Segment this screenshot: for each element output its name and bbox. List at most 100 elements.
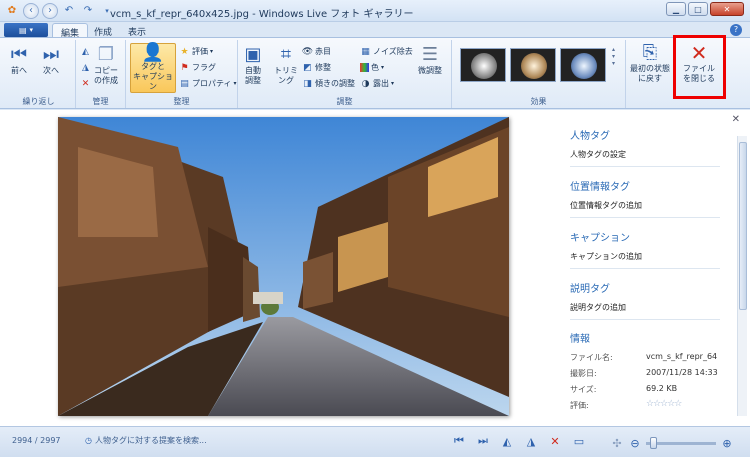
straighten-button[interactable]: ◨ 傾きの調整: [302, 78, 355, 89]
maximize-button[interactable]: □: [688, 2, 708, 16]
redo-icon[interactable]: ↷: [80, 3, 96, 19]
group-organize: 👤 タグと キャプション ★ 評価 ▾ ⚑ フラグ ▤ プロパティ ▾ 整理: [126, 40, 238, 108]
slideshow-icon[interactable]: ▭: [572, 434, 586, 448]
fit-icon[interactable]: ✣: [610, 436, 624, 450]
finetune-label: 微調整: [418, 66, 442, 75]
effects-scroll-buttons[interactable]: ▴ ▾ ▾: [612, 46, 615, 67]
forward-icon[interactable]: ›: [42, 3, 58, 19]
revert-button[interactable]: ⎘ 最初の状態 に戻す: [630, 42, 670, 84]
group-effects: ▴ ▾ ▾ 効果: [452, 40, 626, 108]
color-label: 色: [371, 63, 379, 72]
description-tags-title: 説明タグ: [570, 284, 610, 295]
color-button[interactable]: 色 ▾: [360, 62, 384, 73]
rating-stars[interactable]: ☆☆☆☆☆: [646, 399, 682, 409]
people-tags-link[interactable]: 人物タグの設定: [570, 149, 626, 160]
noise-button[interactable]: ▦ ノイズ除去: [360, 46, 413, 57]
group-navigate: ⏮ 前へ ⏭ 次へ 繰り返し: [2, 40, 76, 108]
zoom-out-icon[interactable]: ⊖: [628, 436, 642, 450]
zoom-control: ✣ ⊖ ⊕: [610, 436, 734, 450]
revert-icon: ⎘: [642, 42, 658, 63]
app-icon[interactable]: ✿: [4, 3, 20, 19]
rotate-right-icon[interactable]: ◮: [524, 434, 538, 448]
group-label-organize: 整理: [173, 97, 190, 106]
zoom-slider[interactable]: [646, 436, 716, 449]
rotate-left-icon[interactable]: ◭: [500, 434, 514, 448]
auto-adjust-button[interactable]: ▣ 自動 調整: [242, 44, 264, 86]
tab-create[interactable]: 作成: [86, 23, 120, 38]
group-label-adjust: 調整: [336, 97, 353, 106]
divider: [570, 319, 720, 320]
ribbon-tabs: ▤ ▾ 編集 作成 表示 ?: [0, 22, 750, 39]
status-bar: 2994 / 2997 ◷ 人物タグに対する提案を検索... ⏮ ⏭ ◭ ◮ ✕…: [0, 426, 750, 457]
description-tags-link[interactable]: 説明タグの追加: [570, 302, 626, 313]
rotate-left-icon[interactable]: ◭: [80, 46, 91, 57]
app-menu-button[interactable]: ▤ ▾: [4, 23, 48, 37]
next-button[interactable]: ⏭ 次へ: [40, 44, 62, 76]
info-title: 情報: [570, 334, 590, 345]
help-icon[interactable]: ?: [730, 24, 742, 36]
tag-person-icon: 👤: [141, 42, 165, 63]
scrollbar-thumb[interactable]: [739, 142, 747, 310]
close-window-button[interactable]: ✕: [710, 2, 744, 16]
effect-bw-thumbnail[interactable]: [460, 48, 506, 82]
exposure-button[interactable]: ◑ 露出 ▾: [360, 78, 394, 89]
auto-adjust-icon: ▣: [244, 44, 262, 65]
copy-button[interactable]: ❐ コピー の作成: [94, 44, 118, 86]
effect-sepia-thumbnail[interactable]: [510, 48, 556, 82]
tag-caption-button[interactable]: 👤 タグと キャプション: [130, 43, 176, 93]
group-label-manage: 管理: [92, 97, 109, 106]
main-area: ✕ 人物タグ 人物タグの設定 位置情報タグ 位置情報タグの追加 キャプション キ…: [0, 110, 750, 426]
noise-label: ノイズ除去: [373, 47, 413, 56]
caption-link[interactable]: キャプションの追加: [570, 251, 642, 262]
geotag-link[interactable]: 位置情報タグの追加: [570, 200, 642, 211]
zoom-slider-knob[interactable]: [650, 436, 657, 449]
divider: [570, 268, 720, 269]
prev-button[interactable]: ⏮ 前へ: [8, 44, 30, 76]
retouch-button[interactable]: ◩ 修整: [302, 62, 331, 73]
properties-icon: ▤: [180, 78, 189, 89]
next-icon: ⏭: [42, 44, 60, 65]
tag-label-1: タグと: [141, 62, 165, 71]
rating-label: 評価: [192, 47, 208, 56]
tab-edit[interactable]: 編集: [52, 23, 89, 39]
flag-button[interactable]: ⚑ フラグ: [179, 62, 216, 73]
prev-photo-icon[interactable]: ⏮: [452, 434, 466, 448]
finetune-button[interactable]: ☰ 微調整: [418, 44, 442, 76]
rating-button[interactable]: ★ 評価 ▾: [179, 46, 213, 57]
minimize-button[interactable]: ▁: [666, 2, 686, 16]
flag-icon: ⚑: [180, 62, 189, 73]
delete-icon[interactable]: ✕: [80, 78, 91, 89]
crop-icon: ⌗: [280, 44, 292, 65]
auto-label-2: 調整: [245, 76, 261, 85]
crop-label-1: トリミ: [274, 66, 298, 75]
info-pane-scrollbar[interactable]: [737, 136, 747, 416]
redeye-label: 赤目: [315, 47, 331, 56]
delete-icon[interactable]: ✕: [548, 434, 562, 448]
size-value: 69.2 KB: [646, 384, 678, 393]
date-taken-value: 2007/11/28 14:33: [646, 368, 718, 377]
redeye-button[interactable]: 👁 赤目: [302, 46, 331, 57]
straighten-label: 傾きの調整: [315, 79, 355, 88]
prev-label: 前へ: [11, 66, 27, 75]
prev-icon: ⏮: [10, 44, 28, 65]
quick-access-toolbar: ✿ ‹ › ↶ ↷ ▾: [4, 3, 115, 19]
group-manage: ◭ ◮ ✕ ❐ コピー の作成 管理: [76, 40, 126, 108]
people-suggestion-status[interactable]: ◷ 人物タグに対する提案を検索...: [85, 435, 207, 446]
crop-label-2: ング: [278, 76, 294, 85]
caption-title: キャプション: [570, 233, 630, 244]
zoom-in-icon[interactable]: ⊕: [720, 436, 734, 450]
filename-value: vcm_s_kf_repr_64: [646, 352, 718, 361]
back-icon[interactable]: ‹: [23, 3, 39, 19]
close-pane-icon[interactable]: ✕: [732, 114, 740, 125]
tag-label-2: キャプション: [133, 72, 173, 91]
rotate-right-icon[interactable]: ◮: [80, 62, 91, 73]
annotation-highlight-box: [673, 35, 726, 99]
undo-icon[interactable]: ↶: [61, 3, 77, 19]
photo-preview: [58, 117, 509, 416]
effect-cyan-thumbnail[interactable]: [560, 48, 606, 82]
tab-view[interactable]: 表示: [120, 23, 154, 38]
divider: [570, 166, 720, 167]
crop-button[interactable]: ⌗ トリミ ング: [274, 44, 298, 86]
next-photo-icon[interactable]: ⏭: [476, 434, 490, 448]
properties-button[interactable]: ▤ プロパティ ▾: [179, 78, 236, 89]
